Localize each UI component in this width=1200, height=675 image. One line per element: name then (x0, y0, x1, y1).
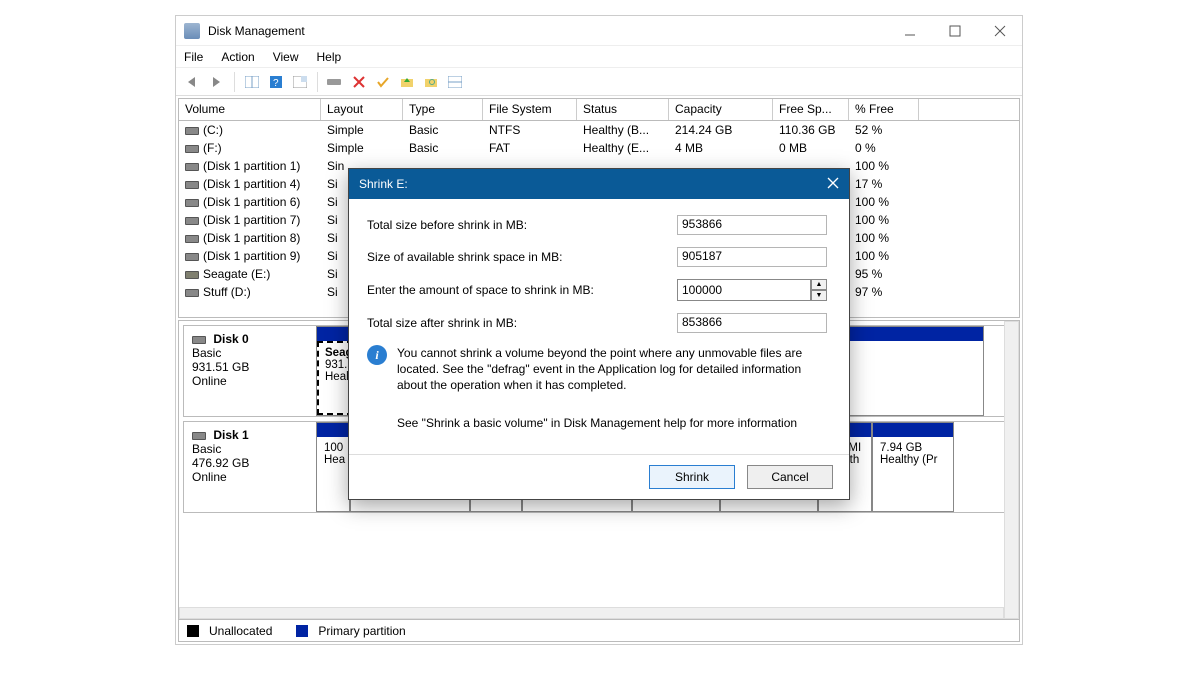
info-text: You cannot shrink a volume beyond the po… (397, 345, 831, 394)
volume-icon (185, 217, 199, 225)
graph-scrollbar-h[interactable] (179, 607, 1004, 619)
cancel-button[interactable]: Cancel (747, 465, 833, 489)
svg-text:?: ? (273, 78, 279, 88)
shrink-dialog: Shrink E: Total size before shrink in MB… (348, 168, 850, 500)
menu-help[interactable]: Help (317, 50, 342, 64)
check-icon[interactable] (372, 71, 394, 93)
menubar: File Action View Help (176, 46, 1022, 68)
info-icon: i (367, 345, 387, 365)
shrink-amount-input[interactable] (677, 279, 811, 301)
volume-icon (185, 163, 199, 171)
col-free[interactable]: Free Sp... (773, 99, 849, 120)
graph-scrollbar-v[interactable] (1004, 321, 1019, 619)
table-row[interactable]: (C:)SimpleBasicNTFSHealthy (B...214.24 G… (179, 121, 1019, 139)
partition[interactable]: 7.94 GBHealthy (Pr (872, 422, 954, 512)
window-title: Disk Management (208, 24, 887, 38)
total-before-label: Total size before shrink in MB: (367, 218, 677, 232)
dialog-titlebar[interactable]: Shrink E: (349, 169, 849, 199)
titlebar[interactable]: Disk Management (176, 16, 1022, 46)
close-icon[interactable] (827, 177, 839, 192)
legend-primary-swatch (296, 625, 308, 637)
maximize-button[interactable] (932, 16, 977, 45)
col-status[interactable]: Status (577, 99, 669, 120)
disk-settings-icon[interactable] (324, 71, 346, 93)
forward-icon[interactable] (206, 71, 228, 93)
partition[interactable]: 100Hea (316, 422, 350, 512)
refresh-frame-icon[interactable] (289, 71, 311, 93)
col-capacity[interactable]: Capacity (669, 99, 773, 120)
help-icon[interactable]: ? (265, 71, 287, 93)
volume-icon (185, 289, 199, 297)
disk-management-icon (184, 23, 200, 39)
search-folder-icon[interactable] (420, 71, 442, 93)
disk-info: Disk 0Basic931.51 GBOnline (184, 326, 316, 416)
minimize-button[interactable] (887, 16, 932, 45)
disk-icon (192, 432, 206, 440)
shrink-button[interactable]: Shrink (649, 465, 735, 489)
volume-icon (185, 127, 199, 135)
menu-file[interactable]: File (184, 50, 203, 64)
up-folder-icon[interactable] (396, 71, 418, 93)
col-type[interactable]: Type (403, 99, 483, 120)
back-icon[interactable] (182, 71, 204, 93)
list-view-icon[interactable] (444, 71, 466, 93)
close-button[interactable] (977, 16, 1022, 45)
see-help-text: See "Shrink a basic volume" in Disk Mana… (397, 416, 831, 430)
disk-icon (192, 336, 206, 344)
volume-icon (185, 271, 199, 279)
menu-action[interactable]: Action (221, 50, 254, 64)
volume-icon (185, 199, 199, 207)
volume-icon (185, 181, 199, 189)
spin-down-button[interactable]: ▼ (811, 290, 827, 301)
col-pctfree[interactable]: % Free (849, 99, 919, 120)
enter-amount-label: Enter the amount of space to shrink in M… (367, 283, 677, 297)
legend-primary-label: Primary partition (318, 624, 405, 638)
delete-icon[interactable] (348, 71, 370, 93)
legend-unallocated-label: Unallocated (209, 624, 272, 638)
total-after-label: Total size after shrink in MB: (367, 316, 677, 330)
menu-view[interactable]: View (273, 50, 299, 64)
available-label: Size of available shrink space in MB: (367, 250, 677, 264)
volume-icon (185, 145, 199, 153)
col-volume[interactable]: Volume (179, 99, 321, 120)
available-field: 905187 (677, 247, 827, 267)
total-after-field: 853866 (677, 313, 827, 333)
dialog-title: Shrink E: (359, 177, 408, 191)
col-filesystem[interactable]: File System (483, 99, 577, 120)
table-header: Volume Layout Type File System Status Ca… (179, 99, 1019, 121)
total-before-field: 953866 (677, 215, 827, 235)
volume-icon (185, 253, 199, 261)
disk-info: Disk 1Basic476.92 GBOnline (184, 422, 316, 512)
volume-icon (185, 235, 199, 243)
toolbar: ? (176, 68, 1022, 96)
col-layout[interactable]: Layout (321, 99, 403, 120)
details-pane-icon[interactable] (241, 71, 263, 93)
table-row[interactable]: (F:)SimpleBasicFATHealthy (E...4 MB0 MB0… (179, 139, 1019, 157)
legend-bar: Unallocated Primary partition (179, 619, 1019, 641)
legend-unallocated-swatch (187, 625, 199, 637)
spin-up-button[interactable]: ▲ (811, 279, 827, 290)
